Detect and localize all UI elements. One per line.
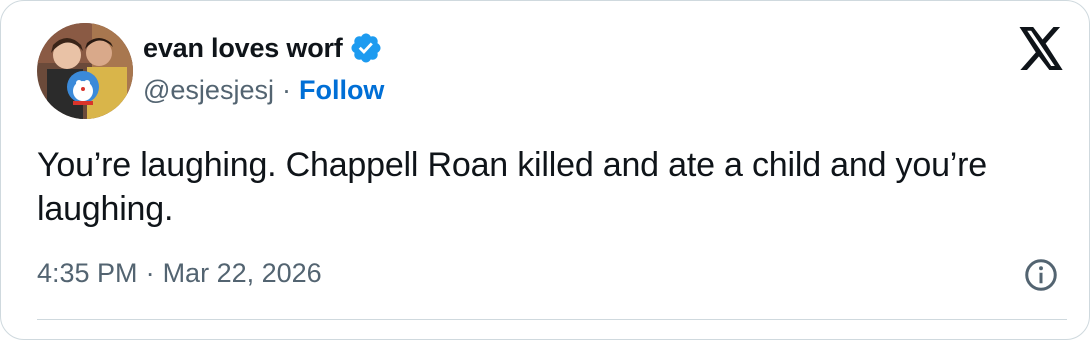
handle-separator: · xyxy=(281,74,291,105)
avatar-photo xyxy=(37,23,133,119)
tweet-card: evan loves worf @esjesjesj · Follow You’… xyxy=(0,0,1090,340)
author-name-row: evan loves worf xyxy=(143,31,383,65)
info-icon[interactable] xyxy=(1023,257,1059,293)
verified-badge-icon xyxy=(349,31,383,65)
timestamp-separator: · xyxy=(145,257,155,288)
tweet-timestamp[interactable]: 4:35 PM · Mar 22, 2026 xyxy=(37,255,322,291)
author-avatar[interactable] xyxy=(37,23,133,119)
divider xyxy=(37,319,1067,320)
author-display-name[interactable]: evan loves worf xyxy=(143,33,343,64)
x-logo-icon[interactable] xyxy=(1017,27,1065,71)
author-handle[interactable]: @esjesjesj xyxy=(143,75,274,106)
tweet-text: You’re laughing. Chappell Roan killed an… xyxy=(37,146,987,228)
tweet-date[interactable]: Mar 22, 2026 xyxy=(163,258,322,289)
follow-button[interactable]: Follow xyxy=(299,75,384,106)
tweet-time[interactable]: 4:35 PM xyxy=(37,258,138,289)
author-handle-row: @esjesjesj · Follow xyxy=(143,72,384,108)
